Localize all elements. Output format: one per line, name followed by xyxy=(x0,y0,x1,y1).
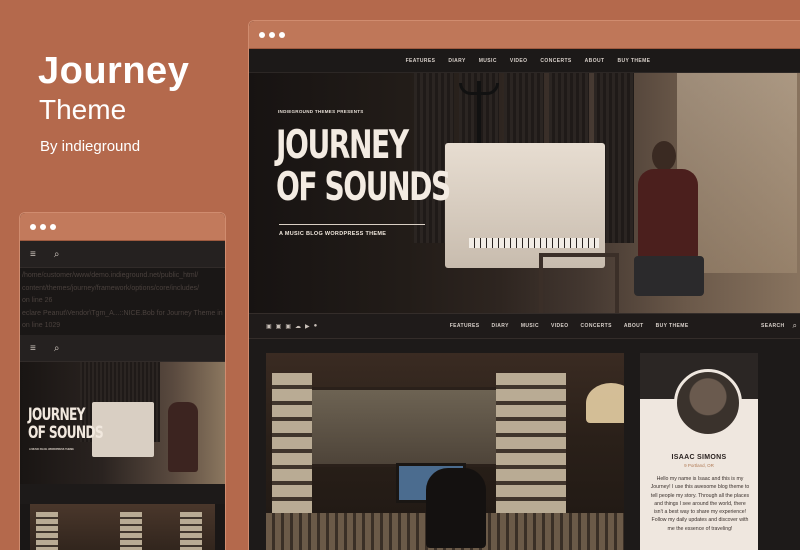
mobile-title-bar xyxy=(20,213,225,241)
piano-keys-image xyxy=(469,238,599,248)
window-dot-icon[interactable] xyxy=(50,223,56,230)
brand-byline: By indieground xyxy=(40,138,141,155)
engineer-image xyxy=(426,468,486,548)
brand-title: Journey xyxy=(38,50,190,92)
twitter-icon[interactable]: ▣ xyxy=(276,323,282,330)
facebook-icon[interactable]: ▣ xyxy=(266,323,272,330)
pianist-image xyxy=(624,141,714,301)
hero-title: JOURNEY OF SOUNDS xyxy=(276,123,451,210)
nav-music[interactable]: MUSIC xyxy=(479,58,497,64)
mobile-hero-title-line1: JOURNEY xyxy=(28,405,85,425)
subnav-about[interactable]: ABOUT xyxy=(624,323,644,329)
hero-presents: INDIEGROUND THEMES PRESENTS xyxy=(278,109,364,114)
mobile-hero: JOURNEY OF SOUNDS A MUSIC BLOG WORDPRESS… xyxy=(20,362,225,484)
instagram-icon[interactable]: ▣ xyxy=(285,323,291,330)
avatar xyxy=(674,369,742,437)
window-dot-icon[interactable] xyxy=(40,223,46,230)
soundcloud-icon[interactable]: ☁ xyxy=(295,323,301,330)
nav-diary[interactable]: DIARY xyxy=(448,58,465,64)
hero-tagline: A MUSIC BLOG WORDPRESS THEME xyxy=(279,231,387,237)
search-label[interactable]: SEARCH xyxy=(761,323,785,329)
subnav-video[interactable]: VIDEO xyxy=(551,323,569,329)
notice-line: on line 1029 xyxy=(22,322,61,330)
profile-name: ISAAC SIMONS xyxy=(671,454,727,461)
spotify-icon[interactable]: ● xyxy=(314,323,318,330)
equipment-rack-image xyxy=(36,512,58,550)
featured-post-image[interactable] xyxy=(266,353,624,550)
social-links: ▣ ▣ ▣ ☁ ▶ ● xyxy=(266,323,317,330)
nav-video[interactable]: VIDEO xyxy=(510,58,528,64)
subnav-links: FEATURES DIARY MUSIC VIDEO CONCERTS ABOU… xyxy=(377,323,761,329)
content-area: ISAAC SIMONS 9 Portland, OR Hello my nam… xyxy=(249,339,800,550)
top-navigation: FEATURES DIARY MUSIC VIDEO CONCERTS ABOU… xyxy=(249,49,800,73)
equipment-rack-image xyxy=(272,373,312,523)
equipment-rack-image xyxy=(120,512,142,550)
search-icon[interactable]: ⌕ xyxy=(54,343,60,354)
piano-image xyxy=(445,143,605,268)
lamp-image xyxy=(586,383,624,423)
subnav-music[interactable]: MUSIC xyxy=(521,323,539,329)
notice-line: content/themes/journey/framework/options… xyxy=(22,284,200,292)
window-dot-icon[interactable] xyxy=(269,31,275,38)
nav-buy-theme[interactable]: BUY THEME xyxy=(617,58,650,64)
hero-title-line2: OF SOUNDS xyxy=(276,165,451,210)
mobile-header: ≡ ⌕ xyxy=(20,241,225,268)
mobile-featured-image[interactable] xyxy=(30,504,215,550)
hero-banner: INDIEGROUND THEMES PRESENTS JOURNEY OF S… xyxy=(249,73,800,313)
nav-about[interactable]: ABOUT xyxy=(585,58,605,64)
secondary-navigation: ▣ ▣ ▣ ☁ ▶ ● FEATURES DIARY MUSIC VIDEO C… xyxy=(249,313,800,339)
mobile-hero-title: JOURNEY OF SOUNDS xyxy=(28,405,104,443)
subnav-diary[interactable]: DIARY xyxy=(491,323,508,329)
search-icon[interactable]: ⌕ xyxy=(793,321,797,331)
hero-title-line1: JOURNEY xyxy=(276,123,409,168)
subnav-concerts[interactable]: CONCERTS xyxy=(581,323,612,329)
window-dot-icon[interactable] xyxy=(259,31,265,38)
window-dot-icon[interactable] xyxy=(30,223,36,230)
php-notice-text: /home/customer/www/demo.indieground.net/… xyxy=(20,268,225,335)
equipment-rack-image xyxy=(180,512,202,550)
nav-features[interactable]: FEATURES xyxy=(406,58,436,64)
nav-concerts[interactable]: CONCERTS xyxy=(540,58,571,64)
pianist-image xyxy=(168,402,198,472)
mobile-browser-frame: ≡ ⌕ /home/customer/www/demo.indieground.… xyxy=(19,212,226,550)
mobile-hero-tagline: A MUSIC BLOG WORDPRESS THEME xyxy=(29,448,74,451)
mobile-hero-title-line2: OF SOUNDS xyxy=(28,423,104,443)
notice-line: on line 26 xyxy=(22,297,53,305)
hero-divider xyxy=(279,224,425,225)
notice-line: eclare Peanut\Vendor\Tgm_A...::NICE.Bob … xyxy=(22,309,223,317)
notice-line: /home/customer/www/demo.indieground.net/… xyxy=(22,272,199,279)
window-dot-icon[interactable] xyxy=(279,31,285,38)
chair-image xyxy=(539,253,619,313)
equipment-rack-image xyxy=(496,373,566,523)
profile-bio: Hello my name is Isaac and this is my Jo… xyxy=(650,476,750,532)
menu-icon[interactable]: ≡ xyxy=(30,343,36,354)
candelabra-image xyxy=(454,73,504,145)
mobile-header-repeat: ≡ ⌕ xyxy=(20,335,225,362)
profile-location: 9 Portland, OR xyxy=(684,463,714,468)
subnav-features[interactable]: FEATURES xyxy=(450,323,480,329)
youtube-icon[interactable]: ▶ xyxy=(305,323,310,330)
author-profile-widget: ISAAC SIMONS 9 Portland, OR Hello my nam… xyxy=(640,353,758,550)
subnav-buy-theme[interactable]: BUY THEME xyxy=(656,323,689,329)
brand-subtitle: Theme xyxy=(39,94,127,125)
mobile-spacer xyxy=(20,484,225,504)
search-icon[interactable]: ⌕ xyxy=(54,249,60,260)
desktop-browser-frame: FEATURES DIARY MUSIC VIDEO CONCERTS ABOU… xyxy=(248,20,800,550)
menu-icon[interactable]: ≡ xyxy=(30,249,36,260)
browser-title-bar xyxy=(249,21,800,49)
studio-window-image xyxy=(306,387,506,467)
